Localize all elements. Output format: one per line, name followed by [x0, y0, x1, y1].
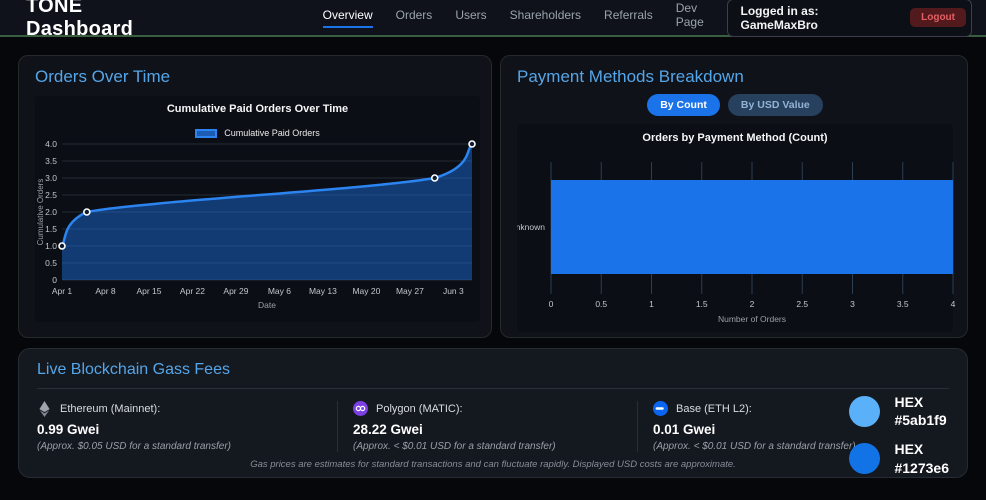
gas-value: 28.22 Gwei	[353, 422, 621, 437]
orders-panel-title: Orders Over Time	[35, 67, 480, 87]
y-axis-label: Cumulative Orders	[36, 179, 45, 246]
gas-footnote: Gas prices are estimates for standard tr…	[19, 459, 967, 470]
gas-panel-title: Live Blockchain Gass Fees	[37, 361, 949, 379]
login-status-text: Logged in as: GameMaxBro	[741, 4, 899, 32]
payments-toggle-group: By Count By USD Value	[517, 94, 953, 116]
y-tick-label: 3.0	[45, 173, 57, 183]
gas-chain-name: Base (ETH L2):	[676, 403, 752, 415]
nav-referrals[interactable]: Referrals	[604, 8, 653, 28]
nav-overview[interactable]: Overview	[323, 8, 373, 28]
bar-unknown	[551, 180, 953, 274]
gas-entry-base: Base (ETH L2): 0.01 Gwei (Approx. < $0.0…	[637, 401, 872, 452]
data-point-marker	[59, 243, 65, 249]
payments-panel-title: Payment Methods Breakdown	[517, 67, 953, 87]
x-tick-label: 0.5	[595, 299, 607, 309]
gas-approx-note: (Approx. < $0.01 USD for a standard tran…	[653, 441, 856, 452]
area-fill	[62, 144, 472, 280]
payment-method-bar-chart: 0 0.5 1 1.5 2 2.5 3 3.5 4 Unknown Number of Orders	[517, 154, 957, 326]
x-tick-label: Apr 22	[180, 286, 205, 296]
app-header: TONE Dashboard Overview Orders Users Sha…	[0, 0, 986, 37]
gas-chain-name: Polygon (MATIC):	[376, 403, 463, 415]
payment-methods-panel: Payment Methods Breakdown By Count By US…	[500, 55, 968, 338]
y-tick-label: 1.5	[45, 224, 57, 234]
y-tick-label: 0	[52, 275, 57, 285]
polygon-icon	[353, 401, 368, 416]
y-tick-label: 3.5	[45, 156, 57, 166]
orders-chart-title: Cumulative Paid Orders Over Time	[35, 103, 480, 115]
gas-value: 0.01 Gwei	[653, 422, 856, 437]
gas-fees-panel: Live Blockchain Gass Fees Ethereum (Main…	[18, 348, 968, 478]
x-tick-label: Apr 8	[95, 286, 116, 296]
y-tick-label: 2.0	[45, 207, 57, 217]
nav-orders[interactable]: Orders	[396, 8, 433, 28]
orders-chart-legend: Cumulative Paid Orders	[35, 128, 480, 138]
cumulative-orders-line-chart: 0 0.5 1.0 1.5 2.0 2.5 3.0 3.5 4.0 Apr 1 Apr 8 Apr 1…	[35, 138, 487, 312]
nav-shareholders[interactable]: Shareholders	[510, 8, 581, 28]
y-tick-label: 1.0	[45, 241, 57, 251]
x-tick-label: Apr 1	[52, 286, 73, 296]
y-tick-label: 2.5	[45, 190, 57, 200]
x-tick-label: 2.5	[796, 299, 808, 309]
gas-columns: Ethereum (Mainnet): 0.99 Gwei (Approx. $…	[37, 401, 814, 452]
x-tick-label: 1	[649, 299, 654, 309]
x-tick-label: May 13	[309, 286, 337, 296]
orders-chart-canvas: Cumulative Paid Orders Over Time Cumulat…	[35, 96, 480, 322]
gas-approx-note: (Approx. < $0.01 USD for a standard tran…	[353, 441, 621, 452]
x-tick-label: May 20	[352, 286, 380, 296]
app-title: TONE Dashboard	[26, 0, 195, 41]
x-tick-label: 3	[850, 299, 855, 309]
main-content: Orders Over Time Cumulative Paid Orders …	[0, 37, 986, 478]
by-usd-value-button[interactable]: By USD Value	[728, 94, 823, 116]
color-swatch-circle	[849, 396, 880, 427]
y-tick-label: 0.5	[45, 258, 57, 268]
ethereum-icon	[37, 401, 52, 416]
nav-dev-page[interactable]: Dev Page	[676, 1, 727, 35]
payments-chart-canvas: Orders by Payment Method (Count) 0 0.5 1 1.…	[517, 124, 953, 332]
logout-button[interactable]: Logout	[910, 8, 966, 27]
by-count-button[interactable]: By Count	[647, 94, 720, 116]
x-tick-label: 3.5	[897, 299, 909, 309]
x-axis-label: Number of Orders	[718, 314, 786, 324]
login-status-box: Logged in as: GameMaxBro Logout	[727, 0, 973, 37]
gas-entry-ethereum: Ethereum (Mainnet): 0.99 Gwei (Approx. $…	[37, 401, 337, 452]
main-nav: Overview Orders Users Shareholders Refer…	[323, 1, 727, 35]
data-point-marker	[432, 175, 438, 181]
gas-value: 0.99 Gwei	[37, 422, 321, 437]
payments-chart-title: Orders by Payment Method (Count)	[517, 132, 953, 144]
color-swatch-label: HEX#5ab1f9	[894, 393, 946, 429]
category-label: Unknown	[517, 222, 545, 232]
data-point-marker	[84, 209, 90, 215]
hex-swatch-row: HEX#5ab1f9	[849, 393, 949, 429]
gas-title-divider	[37, 388, 949, 389]
x-tick-label: 2	[750, 299, 755, 309]
x-axis-label: Date	[258, 300, 276, 310]
base-icon	[653, 401, 668, 416]
gas-entry-polygon: Polygon (MATIC): 28.22 Gwei (Approx. < $…	[337, 401, 637, 452]
nav-users[interactable]: Users	[455, 8, 486, 28]
orders-over-time-panel: Orders Over Time Cumulative Paid Orders …	[18, 55, 492, 338]
x-tick-label: 0	[549, 299, 554, 309]
legend-swatch-icon	[195, 129, 217, 138]
x-tick-label: Jun 3	[443, 286, 464, 296]
x-tick-label: 4	[951, 299, 956, 309]
x-tick-label: May 27	[396, 286, 424, 296]
x-tick-label: 1.5	[696, 299, 708, 309]
x-tick-label: Apr 15	[136, 286, 161, 296]
x-tick-label: May 6	[268, 286, 291, 296]
y-tick-label: 4.0	[45, 139, 57, 149]
legend-label: Cumulative Paid Orders	[224, 128, 320, 138]
data-point-marker	[469, 141, 475, 147]
x-tick-label: Apr 29	[223, 286, 248, 296]
gas-approx-note: (Approx. $0.05 USD for a standard transf…	[37, 441, 321, 452]
gas-chain-name: Ethereum (Mainnet):	[60, 403, 160, 415]
